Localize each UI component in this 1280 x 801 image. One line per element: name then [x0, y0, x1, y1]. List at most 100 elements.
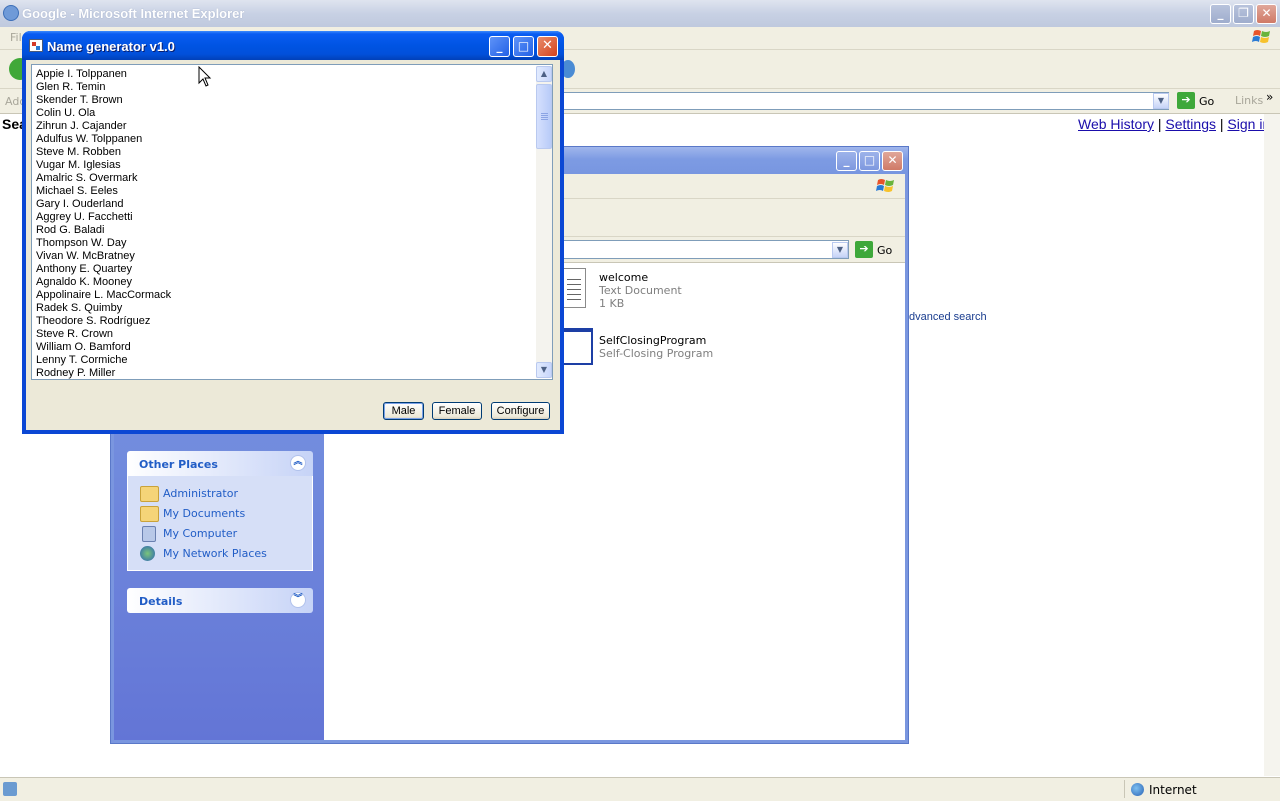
minimize-icon: _ — [1217, 6, 1224, 20]
names-listbox[interactable]: Appie I. Tolppanen Glen R. Temin Skender T… — [31, 64, 553, 380]
list-item[interactable]: Lenny T. Cormiche — [36, 354, 171, 367]
page-status-icon — [3, 782, 17, 796]
list-item[interactable]: Anthony E. Quartey — [36, 263, 171, 276]
list-item[interactable]: Radek S. Quimby — [36, 302, 171, 315]
place-my-computer[interactable]: My Computer — [128, 524, 312, 544]
explorer-maximize-button[interactable]: □ — [859, 151, 880, 171]
settings-link[interactable]: Settings — [1165, 116, 1216, 132]
address-dropdown-arrow-icon[interactable]: ▼ — [1153, 93, 1169, 109]
other-places-header[interactable]: Other Places ︽ — [127, 451, 313, 476]
scroll-up-arrow-icon[interactable]: ▲ — [536, 66, 552, 82]
close-icon: ✕ — [542, 38, 553, 53]
list-item[interactable]: Theodore S. Rodríguez — [36, 315, 171, 328]
restore-icon: ❐ — [1238, 6, 1249, 20]
ie-titlebar[interactable]: Google - Microsoft Internet Explorer — [0, 0, 1280, 27]
place-label: My Network Places — [163, 547, 267, 560]
advanced-search-link[interactable]: dvanced search — [909, 311, 987, 323]
list-item[interactable]: Thompson W. Day — [36, 237, 171, 250]
list-item[interactable]: Amalric S. Overmark — [36, 172, 171, 185]
ie-window-title: Google - Microsoft Internet Explorer — [22, 6, 245, 21]
male-button[interactable]: Male — [383, 402, 424, 420]
web-history-link[interactable]: Web History — [1078, 116, 1154, 132]
internet-zone-icon — [1131, 783, 1144, 796]
ie-address-input[interactable] — [562, 92, 1169, 110]
details-header[interactable]: Details ︾ — [127, 588, 313, 613]
list-item[interactable]: William O. Bamford — [36, 341, 171, 354]
ie-logo-icon — [3, 5, 19, 21]
ie-status-bar — [0, 777, 1280, 801]
list-item[interactable]: Rod G. Baladi — [36, 224, 171, 237]
chevron-down-icon[interactable]: ︾ — [290, 592, 306, 608]
list-item[interactable]: Steve M. Robben — [36, 146, 171, 159]
list-item[interactable]: Vugar M. Iglesias — [36, 159, 171, 172]
menu-file[interactable]: Fil — [10, 31, 22, 44]
list-item[interactable]: Steve R. Crown — [36, 328, 171, 341]
list-item[interactable]: Agnaldo K. Mooney — [36, 276, 171, 289]
list-item[interactable]: Aggrey U. Facchetti — [36, 211, 171, 224]
female-button[interactable]: Female — [432, 402, 482, 420]
text-document-icon[interactable] — [562, 268, 586, 308]
list-item[interactable]: Appie I. Tolppanen — [36, 68, 171, 81]
names-list: Appie I. Tolppanen Glen R. Temin Skender T… — [36, 68, 171, 379]
place-my-documents[interactable]: My Documents — [128, 504, 312, 524]
scroll-down-arrow-icon[interactable]: ▼ — [536, 362, 552, 378]
details-panel: Details ︾ — [127, 588, 313, 613]
list-item[interactable]: Michael S. Eeles — [36, 185, 171, 198]
place-label: My Documents — [163, 507, 246, 520]
file-name[interactable]: welcome — [599, 271, 648, 284]
place-label: Administrator — [163, 487, 238, 500]
place-administrator[interactable]: Administrator — [128, 484, 312, 504]
details-title: Details — [139, 595, 183, 608]
maximize-icon: □ — [863, 153, 876, 167]
ie-minimize-button[interactable]: _ — [1210, 4, 1231, 24]
link-separator: | — [1219, 116, 1224, 132]
other-places-panel: Other Places ︽ Administrator My Document… — [127, 451, 313, 571]
list-item[interactable]: Rodney P. Miller — [36, 367, 171, 379]
app-icon — [29, 39, 43, 52]
dialog-maximize-button[interactable]: □ — [513, 36, 534, 57]
explorer-go-button[interactable]: Go — [877, 244, 892, 257]
close-icon: ✕ — [1261, 6, 1272, 20]
my-computer-icon — [142, 526, 156, 542]
close-icon: ✕ — [887, 153, 898, 167]
explorer-address-input[interactable] — [560, 240, 849, 259]
windows-logo-icon — [1252, 30, 1270, 43]
mouse-cursor-icon — [198, 66, 212, 87]
list-item[interactable]: Appolinaire L. MacCormack — [36, 289, 171, 302]
minimize-icon: _ — [496, 39, 503, 53]
list-item[interactable]: Glen R. Temin — [36, 81, 171, 94]
place-my-network-places[interactable]: My Network Places — [128, 544, 312, 564]
links-label[interactable]: Links — [1235, 94, 1263, 107]
list-item[interactable]: Vivan W. McBratney — [36, 250, 171, 263]
program-window-icon[interactable] — [562, 328, 593, 365]
list-item[interactable]: Zihrun J. Cajander — [36, 120, 171, 133]
dialog-minimize-button[interactable]: _ — [489, 36, 510, 57]
other-places-title: Other Places — [139, 458, 218, 471]
list-item[interactable]: Skender T. Brown — [36, 94, 171, 107]
go-arrow-icon[interactable]: ➔ — [1177, 92, 1195, 109]
scroll-thumb[interactable] — [536, 84, 552, 149]
file-name[interactable]: SelfClosingProgram — [599, 334, 706, 347]
links-chevron-icon[interactable]: » — [1266, 90, 1273, 104]
list-item[interactable]: Gary I. Ouderland — [36, 198, 171, 211]
explorer-minimize-button[interactable]: _ — [836, 151, 857, 171]
ie-scrollbar[interactable] — [1264, 114, 1280, 776]
internet-zone-label: Internet — [1149, 783, 1197, 797]
minimize-icon: _ — [843, 153, 850, 167]
list-item[interactable]: Colin U. Ola — [36, 107, 171, 120]
ie-maximize-button[interactable]: ❐ — [1233, 4, 1254, 24]
ie-go-button[interactable]: Go — [1199, 95, 1214, 108]
go-arrow-icon[interactable]: ➔ — [855, 241, 873, 258]
dialog-close-button[interactable]: ✕ — [537, 36, 558, 57]
configure-button[interactable]: Configure — [491, 402, 550, 420]
file-type: Text Document — [599, 284, 682, 297]
place-label: My Computer — [163, 527, 238, 540]
google-header-links: Web History | Settings | Sign in — [1078, 116, 1270, 132]
explorer-close-button[interactable]: ✕ — [882, 151, 903, 171]
ie-close-button[interactable]: ✕ — [1256, 4, 1277, 24]
network-places-icon — [140, 546, 155, 561]
list-item[interactable]: Adulfus W. Tolppanen — [36, 133, 171, 146]
names-scrollbar[interactable]: ▲ ▼ — [536, 66, 552, 378]
explorer-address-dropdown-icon[interactable]: ▼ — [832, 242, 848, 258]
chevron-up-icon[interactable]: ︽ — [290, 455, 306, 471]
